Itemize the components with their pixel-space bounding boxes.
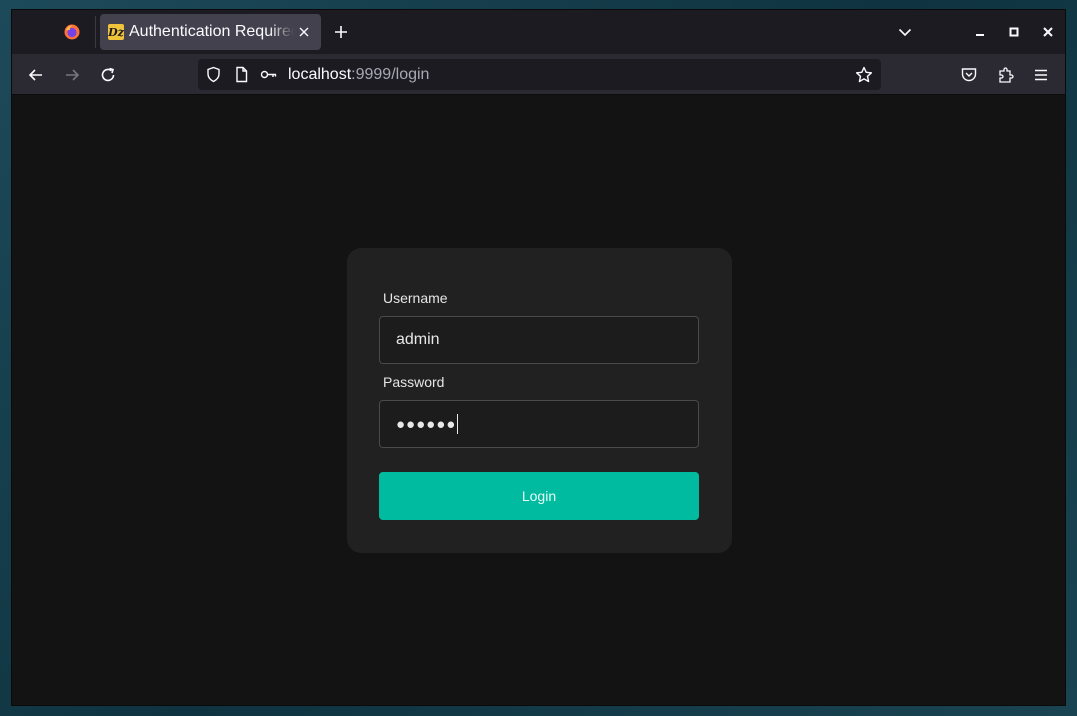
pocket-icon[interactable]	[960, 66, 978, 84]
close-window-icon[interactable]	[1040, 24, 1056, 40]
new-tab-icon[interactable]	[333, 24, 349, 40]
star-icon[interactable]	[855, 66, 873, 83]
tab-active[interactable]: Dz Authentication Required	[100, 14, 321, 50]
tab-strip: Dz Authentication Required	[12, 10, 1065, 54]
dz-favicon-icon: Dz	[108, 24, 124, 40]
url-host: localhost	[288, 66, 352, 83]
url-path: :9999/login	[351, 66, 430, 83]
url-text[interactable]: localhost:9999/login	[288, 66, 429, 84]
password-value: ●●●●●●	[396, 415, 457, 433]
password-label: Password	[383, 374, 445, 390]
tab-separator	[95, 16, 96, 48]
url-bar[interactable]: localhost:9999/login	[198, 59, 881, 90]
chevron-down-icon[interactable]	[898, 25, 912, 39]
firefox-icon[interactable]	[64, 24, 80, 40]
back-arrow-icon[interactable]	[27, 66, 45, 84]
password-input[interactable]: ●●●●●●	[379, 400, 699, 448]
text-caret	[457, 414, 459, 434]
login-button[interactable]: Login	[379, 472, 699, 520]
reload-icon[interactable]	[99, 66, 117, 84]
browser-window: Dz Authentication Required localhost:999…	[11, 9, 1066, 706]
username-value: admin	[396, 331, 440, 348]
extensions-icon[interactable]	[997, 66, 1015, 84]
username-input[interactable]: admin	[379, 316, 699, 364]
login-card: Username admin Password ●●●●●● Login	[347, 248, 732, 553]
navigation-toolbar: localhost:9999/login	[12, 54, 1065, 95]
close-tab-icon[interactable]	[297, 25, 311, 39]
username-label: Username	[383, 290, 448, 306]
tab-title: Authentication Required	[129, 23, 294, 40]
key-icon[interactable]	[260, 66, 277, 83]
maximize-icon[interactable]	[1006, 24, 1022, 40]
page-content: Username admin Password ●●●●●● Login	[12, 96, 1065, 705]
page-icon[interactable]	[233, 66, 250, 83]
menu-icon[interactable]	[1032, 66, 1050, 84]
forward-arrow-icon[interactable]	[63, 66, 81, 84]
minimize-icon[interactable]	[972, 24, 988, 40]
shield-icon[interactable]	[205, 66, 222, 83]
